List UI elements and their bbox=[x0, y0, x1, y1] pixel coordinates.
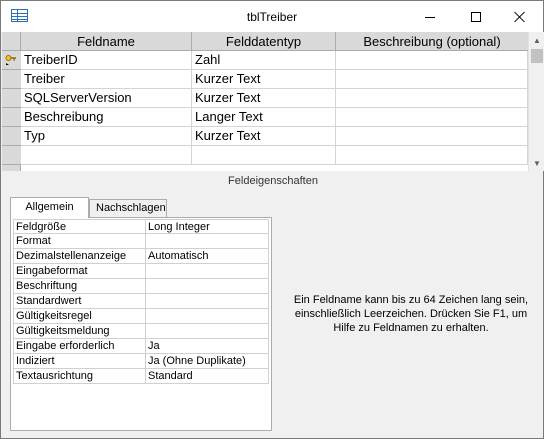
property-row[interactable]: Feldgröße Long Integer bbox=[13, 219, 269, 234]
table-design-window: tblTreiber Feldname Felddatentyp Beschre… bbox=[0, 0, 544, 439]
property-row[interactable]: Gültigkeitsregel bbox=[13, 309, 269, 324]
property-value[interactable] bbox=[146, 294, 269, 308]
row-selector[interactable] bbox=[2, 70, 21, 89]
field-type-cell[interactable]: Langer Text bbox=[192, 108, 336, 127]
property-value[interactable]: Ja (Ohne Duplikate) bbox=[146, 354, 269, 368]
property-list: Feldgröße Long Integer Format Dezimalstel… bbox=[13, 219, 269, 384]
column-header-fieldname[interactable]: Feldname bbox=[21, 32, 192, 51]
field-type-cell[interactable]: Zahl bbox=[192, 51, 336, 70]
row-selector[interactable] bbox=[2, 127, 21, 146]
property-value[interactable] bbox=[146, 234, 269, 248]
property-value[interactable]: Standard bbox=[146, 369, 269, 383]
table-row[interactable]: Beschreibung Langer Text bbox=[2, 108, 528, 127]
property-name: Beschriftung bbox=[13, 279, 146, 293]
table-row[interactable]: SQLServerVersion Kurzer Text bbox=[2, 89, 528, 108]
property-row[interactable]: Textausrichtung Standard bbox=[13, 369, 269, 384]
close-button[interactable] bbox=[497, 1, 543, 32]
property-value[interactable] bbox=[146, 264, 269, 278]
table-row[interactable] bbox=[2, 146, 528, 165]
field-type-cell[interactable]: Kurzer Text bbox=[192, 89, 336, 108]
field-description-cell[interactable] bbox=[336, 146, 528, 165]
property-name: Format bbox=[13, 234, 146, 248]
property-row[interactable]: Eingabe erforderlich Ja bbox=[13, 339, 269, 354]
field-grid: Feldname Felddatentyp Beschreibung (opti… bbox=[2, 32, 528, 171]
property-row[interactable]: Format bbox=[13, 234, 269, 249]
property-name: Textausrichtung bbox=[13, 369, 146, 383]
row-selector[interactable] bbox=[2, 89, 21, 108]
field-type-cell[interactable]: Kurzer Text bbox=[192, 70, 336, 89]
field-properties-title: Feldeigenschaften bbox=[228, 175, 318, 187]
minimize-button[interactable] bbox=[407, 1, 453, 32]
property-row[interactable]: Dezimalstellenanzeige Automatisch bbox=[13, 249, 269, 264]
grid-header: Feldname Felddatentyp Beschreibung (opti… bbox=[2, 32, 528, 51]
field-description-cell[interactable] bbox=[336, 127, 528, 146]
field-name-cell[interactable]: TreiberID bbox=[21, 51, 192, 70]
property-row[interactable]: Eingabeformat bbox=[13, 264, 269, 279]
close-icon bbox=[514, 11, 526, 23]
property-name: Standardwert bbox=[13, 294, 146, 308]
property-value[interactable] bbox=[146, 279, 269, 293]
column-header-description[interactable]: Beschreibung (optional) bbox=[336, 32, 528, 51]
maximize-button[interactable] bbox=[453, 1, 499, 32]
field-name-cell[interactable]: Beschreibung bbox=[21, 108, 192, 127]
primary-key-icon bbox=[5, 55, 16, 65]
row-selector[interactable] bbox=[2, 146, 21, 165]
property-name: Indiziert bbox=[13, 354, 146, 368]
scroll-down-icon[interactable]: ▼ bbox=[529, 155, 544, 171]
property-value[interactable] bbox=[146, 309, 269, 323]
property-name: Feldgröße bbox=[13, 220, 146, 233]
property-row[interactable]: Indiziert Ja (Ohne Duplikate) bbox=[13, 354, 269, 369]
property-name: Gültigkeitsregel bbox=[13, 309, 146, 323]
property-value[interactable]: Automatisch bbox=[146, 249, 269, 263]
property-value[interactable] bbox=[146, 324, 269, 338]
property-row[interactable]: Standardwert bbox=[13, 294, 269, 309]
table-row[interactable]: Treiber Kurzer Text bbox=[2, 70, 528, 89]
property-name: Eingabeformat bbox=[13, 264, 146, 278]
row-selector[interactable] bbox=[2, 108, 21, 127]
field-description-cell[interactable] bbox=[336, 70, 528, 89]
scroll-up-icon[interactable]: ▲ bbox=[529, 32, 544, 48]
field-name-cell[interactable]: SQLServerVersion bbox=[21, 89, 192, 108]
property-name: Dezimalstellenanzeige bbox=[13, 249, 146, 263]
field-type-cell[interactable] bbox=[192, 146, 336, 165]
scroll-thumb[interactable] bbox=[531, 49, 543, 63]
grid-vertical-scrollbar[interactable]: ▲ ▼ bbox=[528, 32, 544, 171]
property-row[interactable]: Beschriftung bbox=[13, 279, 269, 294]
field-description-cell[interactable] bbox=[336, 108, 528, 127]
field-name-cell[interactable]: Typ bbox=[21, 127, 192, 146]
title-bar[interactable]: tblTreiber bbox=[1, 1, 543, 32]
field-description-cell[interactable] bbox=[336, 51, 528, 70]
property-value[interactable]: Long Integer bbox=[146, 220, 269, 233]
field-description-cell[interactable] bbox=[336, 89, 528, 108]
field-name-cell[interactable] bbox=[21, 146, 192, 165]
table-row[interactable]: Typ Kurzer Text bbox=[2, 127, 528, 146]
maximize-icon bbox=[471, 11, 481, 22]
property-name: Eingabe erforderlich bbox=[13, 339, 146, 353]
property-row[interactable]: Gültigkeitsmeldung bbox=[13, 324, 269, 339]
header-selector[interactable] bbox=[2, 32, 21, 51]
help-text: Ein Feldname kann bis zu 64 Zeichen lang… bbox=[293, 294, 529, 334]
minimize-icon bbox=[425, 17, 435, 18]
field-name-cell[interactable]: Treiber bbox=[21, 70, 192, 89]
table-row[interactable]: TreiberID Zahl bbox=[2, 51, 528, 70]
property-name: Gültigkeitsmeldung bbox=[13, 324, 146, 338]
tab-general[interactable]: Allgemein bbox=[10, 197, 89, 218]
column-header-datatype[interactable]: Felddatentyp bbox=[192, 32, 336, 51]
row-selector[interactable] bbox=[2, 51, 21, 70]
properties-panel: Feldgröße Long Integer Format Dezimalstel… bbox=[10, 217, 272, 431]
property-value[interactable]: Ja bbox=[146, 339, 269, 353]
tab-lookup[interactable]: Nachschlagen bbox=[89, 199, 167, 217]
field-type-cell[interactable]: Kurzer Text bbox=[192, 127, 336, 146]
